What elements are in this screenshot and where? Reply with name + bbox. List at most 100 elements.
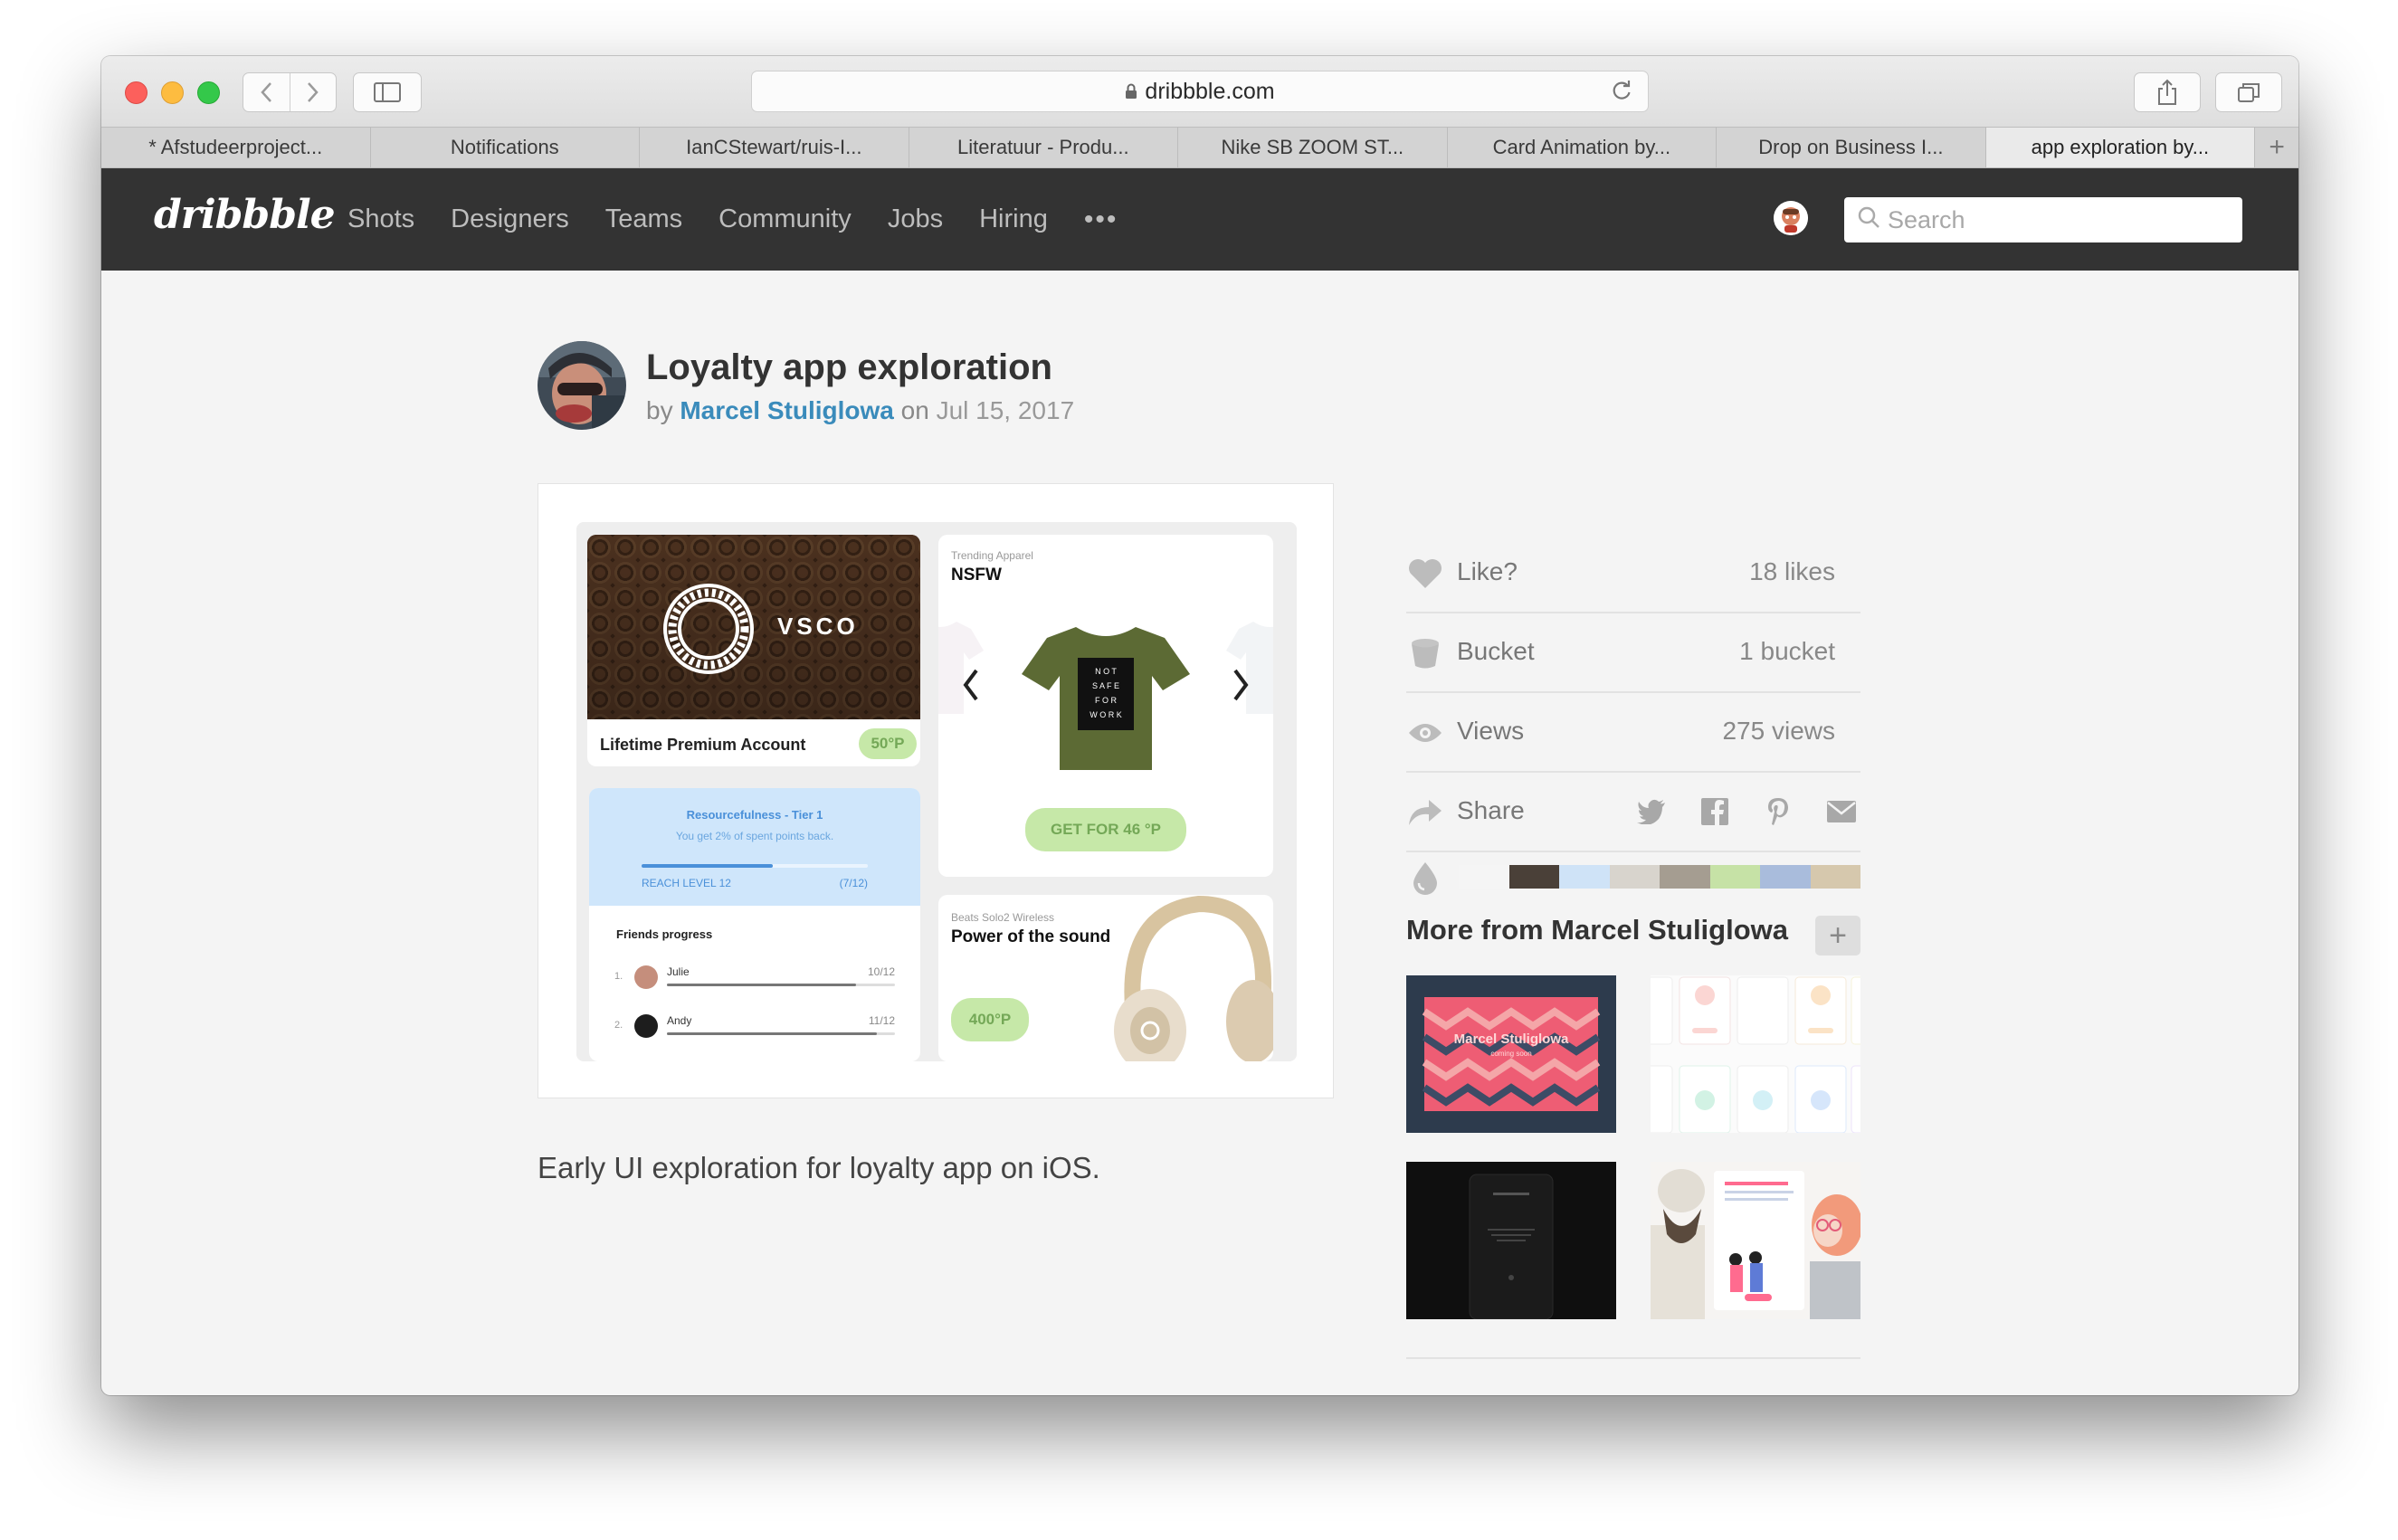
beats-points-badge: 400°P bbox=[951, 998, 1029, 1041]
friend-rank: 1. bbox=[614, 971, 623, 982]
color-swatch[interactable] bbox=[1660, 865, 1710, 889]
browser-tab[interactable]: Nike SB ZOOM ST... bbox=[1178, 128, 1448, 167]
tier-card: Resourcefulness - Tier 1 You get 2% of s… bbox=[589, 788, 920, 1061]
color-swatch[interactable] bbox=[1559, 865, 1610, 889]
nsfw-card: Trending Apparel NSFW N O T S A F E F O … bbox=[938, 535, 1273, 877]
new-tab-button[interactable]: + bbox=[2255, 128, 2298, 167]
shot-date: Jul 15, 2017 bbox=[936, 396, 1075, 424]
friend-row: 1. Julie 10/12 bbox=[614, 962, 895, 993]
browser-tab[interactable]: Literatuur - Produ... bbox=[909, 128, 1179, 167]
chevron-right-icon bbox=[308, 82, 319, 102]
bucket-count[interactable]: 1 bucket bbox=[1739, 637, 1835, 666]
views-label: Views bbox=[1457, 717, 1525, 745]
more-add-button[interactable]: + bbox=[1815, 916, 1860, 955]
friend-score: 11/12 bbox=[868, 1014, 895, 1027]
dark-phone-thumbnail-image bbox=[1406, 1162, 1616, 1319]
main-nav: Shots Designers Teams Community Jobs Hir… bbox=[347, 168, 1118, 271]
browser-window: dribbble.com * Afstudeerproject... Notif… bbox=[101, 56, 2298, 1395]
nav-hiring[interactable]: Hiring bbox=[979, 204, 1048, 234]
chevron-left-icon[interactable] bbox=[962, 667, 980, 703]
user-avatar[interactable] bbox=[1774, 201, 1808, 235]
search-placeholder: Search bbox=[1888, 205, 1965, 233]
dribbble-logo[interactable]: dribbble bbox=[154, 192, 336, 238]
color-swatch[interactable] bbox=[1508, 865, 1559, 889]
nav-teams[interactable]: Teams bbox=[605, 204, 682, 234]
twitter-icon[interactable] bbox=[1632, 793, 1670, 831]
friend-rank: 2. bbox=[614, 1020, 623, 1031]
friend-progress-bar bbox=[667, 1032, 895, 1035]
nav-more-button[interactable]: ••• bbox=[1084, 204, 1118, 235]
tier-reach-label: REACH LEVEL 12 bbox=[642, 877, 731, 889]
bucket-icon bbox=[1406, 637, 1444, 670]
share-button[interactable] bbox=[2134, 72, 2201, 112]
friend-avatar bbox=[634, 1014, 658, 1038]
history-nav bbox=[243, 72, 337, 112]
back-button[interactable] bbox=[243, 73, 290, 111]
color-palette bbox=[1459, 865, 1860, 889]
forward-button[interactable] bbox=[289, 73, 336, 111]
search-input[interactable]: Search bbox=[1844, 197, 2242, 242]
color-swatch[interactable] bbox=[1609, 865, 1660, 889]
color-swatch[interactable] bbox=[1760, 865, 1811, 889]
shirt-text-line: W O R K bbox=[1090, 710, 1122, 719]
like-label: Like? bbox=[1457, 557, 1518, 585]
shirt-text-line: N O T bbox=[1095, 667, 1117, 676]
minimize-window-button[interactable] bbox=[161, 81, 184, 104]
friend-progress-fill bbox=[667, 984, 857, 986]
tier-subtitle: You get 2% of spent points back. bbox=[675, 830, 834, 842]
nav-shots[interactable]: Shots bbox=[347, 204, 414, 234]
vsco-points-badge: 50°P bbox=[859, 728, 917, 759]
browser-tab[interactable]: Notifications bbox=[371, 128, 641, 167]
views-count: 275 views bbox=[1722, 717, 1835, 745]
more-from-title: More from Marcel Stuliglowa bbox=[1406, 914, 1789, 946]
vsco-card: VSCO Lifetime Premium Account 50°P bbox=[587, 535, 920, 766]
author-avatar[interactable] bbox=[538, 341, 626, 430]
color-swatch[interactable] bbox=[1459, 865, 1509, 889]
sidebar-icon bbox=[374, 82, 401, 102]
like-row[interactable]: Like? 18 likes bbox=[1406, 534, 1860, 613]
tab-overview-button[interactable] bbox=[2215, 72, 2282, 112]
related-shot-thumbnail[interactable] bbox=[1406, 1162, 1616, 1319]
related-shot-thumbnail[interactable] bbox=[1651, 1162, 1860, 1319]
nav-community[interactable]: Community bbox=[718, 204, 852, 234]
eye-icon bbox=[1406, 717, 1444, 749]
facebook-icon[interactable] bbox=[1696, 793, 1734, 831]
author-link[interactable]: Marcel Stuliglowa bbox=[680, 396, 894, 424]
views-row: Views 275 views bbox=[1406, 693, 1860, 773]
tier-progress-fill bbox=[642, 864, 773, 868]
browser-tab[interactable]: Card Animation by... bbox=[1448, 128, 1718, 167]
nav-jobs[interactable]: Jobs bbox=[888, 204, 943, 234]
address-bar[interactable]: dribbble.com bbox=[751, 71, 1649, 112]
related-shot-thumbnail[interactable] bbox=[1651, 975, 1860, 1133]
share-label: Share bbox=[1457, 796, 1525, 824]
email-icon[interactable] bbox=[1822, 793, 1860, 831]
sidebar-toggle-button[interactable] bbox=[353, 72, 422, 112]
share-links bbox=[1607, 793, 1860, 831]
beats-card: Beats Solo2 Wireless Power of the sound … bbox=[938, 895, 1273, 1061]
nav-designers[interactable]: Designers bbox=[451, 204, 569, 234]
close-window-button[interactable] bbox=[125, 81, 147, 104]
browser-tab[interactable]: * Afstudeerproject... bbox=[101, 128, 371, 167]
shot-image[interactable]: VSCO Lifetime Premium Account 50°P Resou… bbox=[538, 483, 1334, 1098]
vsco-label: Lifetime Premium Account bbox=[600, 736, 806, 754]
shot-mockup: VSCO Lifetime Premium Account 50°P Resou… bbox=[576, 522, 1297, 1061]
get-for-points-button[interactable]: GET FOR 46 °P bbox=[1025, 808, 1186, 851]
color-swatch[interactable] bbox=[1810, 865, 1860, 889]
browser-tab[interactable]: Drop on Business I... bbox=[1717, 128, 1986, 167]
like-count[interactable]: 18 likes bbox=[1749, 557, 1835, 586]
tshirt-image: N O T S A F E F O R W O R K bbox=[1022, 627, 1190, 770]
thumb-title: Marcel Stuliglowa bbox=[1453, 1031, 1569, 1047]
chevron-right-icon[interactable] bbox=[1232, 667, 1250, 703]
share-arrow-icon bbox=[1406, 796, 1444, 829]
pinterest-icon[interactable] bbox=[1759, 793, 1797, 831]
bucket-row[interactable]: Bucket 1 bucket bbox=[1406, 613, 1860, 693]
reload-icon[interactable] bbox=[1610, 80, 1633, 109]
thumb-subtitle: coming soon bbox=[1490, 1050, 1532, 1058]
browser-tab-active[interactable]: app exploration by... bbox=[1985, 128, 2256, 167]
tab-bar: * Afstudeerproject... Notifications IanC… bbox=[101, 127, 2298, 168]
zoom-window-button[interactable] bbox=[197, 81, 220, 104]
title-bar: dribbble.com bbox=[101, 56, 2298, 127]
color-swatch[interactable] bbox=[1709, 865, 1760, 889]
browser-tab[interactable]: IanCStewart/ruis-I... bbox=[640, 128, 909, 167]
related-shot-thumbnail[interactable]: Marcel Stuliglowa coming soon bbox=[1406, 975, 1616, 1133]
